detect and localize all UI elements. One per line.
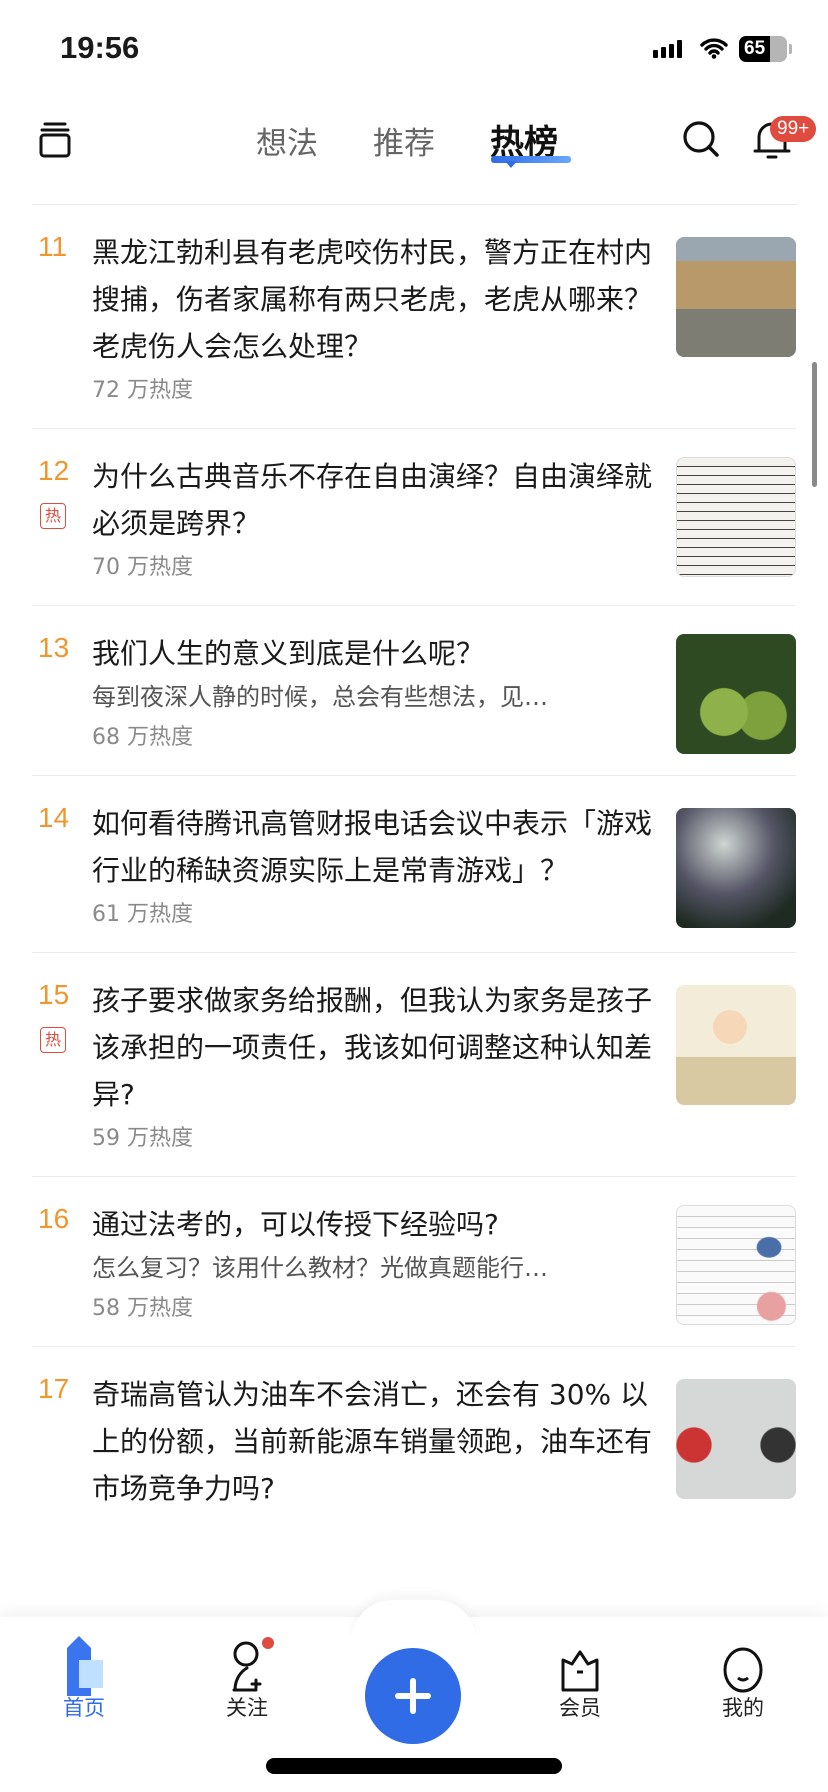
profile-face-icon — [723, 1647, 763, 1693]
list-item[interactable]: 17 奇瑞高管认为油车不会消亡，还会有 30% 以上的份额，当前新能源车销量领跑… — [32, 1347, 796, 1534]
notification-badge: 99+ — [770, 116, 817, 142]
wifi-icon — [700, 38, 728, 59]
rank-number: 13 — [38, 632, 70, 663]
item-title[interactable]: 黑龙江勃利县有老虎咬伤村民，警方正在村内搜捕，伤者家属称有两只老虎，老虎从哪来？… — [92, 229, 652, 370]
heat-count: 59 万热度 — [92, 1126, 193, 1151]
list-item[interactable]: 12 热 为什么古典音乐不存在自由演绎？自由演绎就必须是跨界？ 70 万热度 — [32, 429, 796, 606]
tab-bar-bump — [352, 1600, 476, 1640]
cellular-signal-icon — [653, 40, 682, 58]
active-tab-indicator — [491, 156, 571, 168]
stack-menu-icon[interactable] — [38, 122, 72, 158]
tab-home-label: 首页 — [63, 1696, 105, 1720]
rank-number: 16 — [38, 1203, 70, 1234]
heat-count: 68 万热度 — [92, 725, 193, 750]
rank-number: 17 — [38, 1373, 70, 1404]
home-indicator[interactable] — [266, 1758, 562, 1774]
thumbnail-image[interactable] — [676, 237, 796, 357]
tab-follow[interactable]: 关注 — [197, 1634, 297, 1722]
create-post-button[interactable] — [365, 1648, 461, 1744]
tab-membership-label: 会员 — [559, 1696, 601, 1720]
battery-icon: 65 — [739, 36, 787, 62]
item-title[interactable]: 通过法考的，可以传授下经验吗? — [92, 1201, 652, 1248]
item-title[interactable]: 如何看待腾讯高管财报电话会议中表示「游戏行业的稀缺资源实际上是常青游戏」？ — [92, 800, 652, 894]
item-description: 怎么复习？该用什么教材？光做真题能行… — [92, 1254, 548, 1282]
item-title[interactable]: 奇瑞高管认为油车不会消亡，还会有 30% 以上的份额，当前新能源车销量领跑，油车… — [92, 1371, 652, 1512]
thumbnail-image[interactable] — [676, 1379, 796, 1499]
home-icon — [67, 1636, 103, 1696]
heat-count: 72 万热度 — [92, 378, 193, 403]
tab-ideas[interactable]: 想法 — [256, 118, 318, 163]
list-item[interactable]: 15 热 孩子要求做家务给报酬，但我认为家务是孩子该承担的一项责任，我该如何调整… — [32, 953, 796, 1177]
status-time: 19:56 — [60, 30, 140, 65]
item-title[interactable]: 孩子要求做家务给报酬，但我认为家务是孩子该承担的一项责任，我该如何调整这种认知差… — [92, 977, 652, 1118]
thumbnail-image[interactable] — [676, 808, 796, 928]
rank-number: 14 — [38, 802, 70, 833]
tab-profile[interactable]: 我的 — [693, 1634, 793, 1722]
scrollbar[interactable] — [812, 362, 817, 487]
search-icon[interactable] — [682, 120, 722, 160]
list-item[interactable]: 14 如何看待腾讯高管财报电话会议中表示「游戏行业的稀缺资源实际上是常青游戏」？… — [32, 776, 796, 953]
thumbnail-image[interactable] — [676, 1205, 796, 1325]
hot-badge: 热 — [40, 1027, 66, 1053]
thumbnail-image[interactable] — [676, 634, 796, 754]
unread-dot — [262, 1637, 274, 1649]
tab-follow-label: 关注 — [226, 1696, 268, 1720]
hot-badge: 热 — [40, 503, 66, 529]
tab-profile-label: 我的 — [722, 1696, 764, 1720]
rank-number: 15 — [38, 979, 70, 1010]
item-title[interactable]: 我们人生的意义到底是什么呢？ — [92, 630, 652, 677]
hot-list: 11 黑龙江勃利县有老虎咬伤村民，警方正在村内搜捕，伤者家属称有两只老虎，老虎从… — [0, 205, 828, 1534]
battery-tip — [789, 44, 792, 54]
membership-crown-icon — [561, 1650, 599, 1692]
rank-number: 11 — [38, 231, 68, 262]
heat-count: 58 万热度 — [92, 1296, 193, 1321]
heat-count: 70 万热度 — [92, 555, 193, 580]
tab-home[interactable]: 首页 — [34, 1634, 134, 1722]
item-title[interactable]: 为什么古典音乐不存在自由演绎？自由演绎就必须是跨界？ — [92, 453, 652, 547]
heat-count: 61 万热度 — [92, 902, 193, 927]
list-item[interactable]: 11 黑龙江勃利县有老虎咬伤村民，警方正在村内搜捕，伤者家属称有两只老虎，老虎从… — [32, 205, 796, 429]
tab-membership[interactable]: 会员 — [530, 1634, 630, 1722]
thumbnail-image[interactable] — [676, 457, 796, 577]
list-item[interactable]: 13 我们人生的意义到底是什么呢？ 每到夜深人静的时候，总会有些想法，见… 68… — [32, 606, 796, 776]
tab-recommend[interactable]: 推荐 — [373, 118, 435, 163]
rank-number: 12 — [38, 455, 70, 486]
item-description: 每到夜深人静的时候，总会有些想法，见… — [92, 683, 548, 711]
thumbnail-image[interactable] — [676, 985, 796, 1105]
list-item[interactable]: 16 通过法考的，可以传授下经验吗? 怎么复习？该用什么教材？光做真题能行… 5… — [32, 1177, 796, 1347]
status-bar: 19:56 65 — [0, 0, 828, 100]
